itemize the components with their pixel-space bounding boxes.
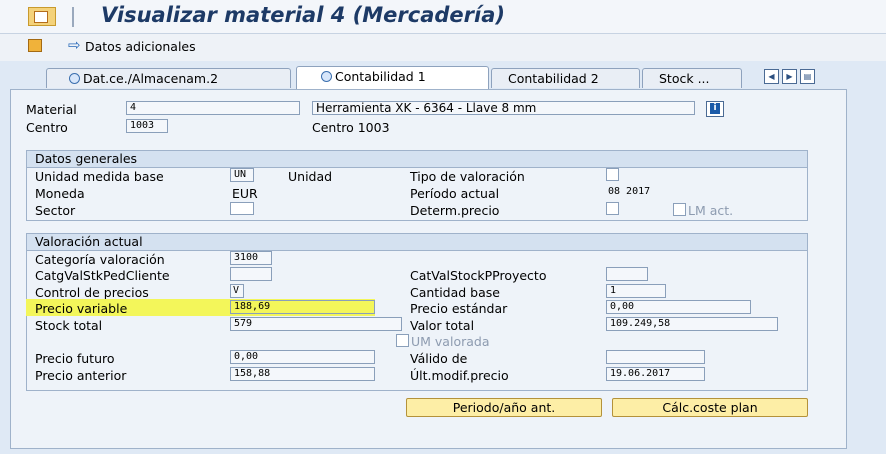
determ-precio-label: Determ.precio [410, 203, 500, 218]
tab-stock[interactable]: Stock ... [642, 68, 742, 88]
periodo-ano-anterior-button[interactable]: Periodo/año ant. [406, 398, 602, 417]
valido-de-label: Válido de [410, 351, 468, 366]
moneda-value: EUR [232, 186, 258, 201]
categoria-valoracion-label: Categoría valoración [35, 252, 165, 267]
other-material-icon[interactable] [28, 39, 42, 52]
valor-total-field[interactable]: 109.249,58 [606, 317, 778, 331]
unidad-medida-label: Unidad medida base [35, 169, 164, 184]
material-label: Material [26, 102, 77, 117]
material-description-field[interactable]: Herramienta XK - 6364 - Llave 8 mm [312, 101, 695, 115]
determ-precio-field[interactable] [606, 202, 619, 215]
datos-generales-title: Datos generales [35, 151, 138, 166]
tab-contabilidad-2[interactable]: Contabilidad 2 [491, 68, 640, 88]
tab-label: Dat.ce./Almacenam.2 [83, 71, 219, 86]
centro-label: Centro [26, 120, 68, 135]
cantidad-base-field[interactable]: 1 [606, 284, 666, 298]
calc-coste-plan-button[interactable]: Cálc.coste plan [612, 398, 808, 417]
catg-val-stk-ped-cliente-field[interactable] [230, 267, 272, 281]
lm-act-checkbox[interactable] [673, 203, 686, 216]
precio-futuro-field[interactable]: 0,00 [230, 350, 375, 364]
categoria-valoracion-field[interactable]: 3100 [230, 251, 272, 265]
periodo-actual-value: 08 2017 [608, 186, 651, 197]
info-icon: i [710, 103, 720, 114]
tab-label: Contabilidad 2 [508, 71, 599, 86]
control-precios-field[interactable]: V [230, 284, 244, 298]
precio-variable-field[interactable]: 188,69 [230, 300, 375, 314]
tab-list-button[interactable]: ▤ [800, 69, 815, 84]
sector-label: Sector [35, 203, 76, 218]
material-field[interactable]: 4 [126, 101, 300, 115]
precio-anterior-label: Precio anterior [35, 368, 127, 383]
cat-val-stock-proyecto-field[interactable] [606, 267, 648, 281]
cantidad-base-label: Cantidad base [410, 285, 500, 300]
unidad-medida-field[interactable]: UN [230, 168, 254, 182]
centro-field[interactable]: 1003 [126, 119, 168, 133]
valor-total-label: Valor total [410, 318, 475, 333]
tab-status-icon [69, 73, 80, 84]
stock-total-field[interactable]: 579 [230, 317, 402, 331]
tab-label: Contabilidad 1 [335, 69, 426, 84]
catg-val-stk-ped-cliente-label: CatgValStkPedCliente [35, 268, 170, 283]
centro-description: Centro 1003 [312, 120, 390, 135]
tipo-valoracion-label: Tipo de valoración [410, 169, 525, 184]
tab-contabilidad-1[interactable]: Contabilidad 1 [296, 66, 489, 89]
info-button[interactable]: i [706, 101, 724, 117]
precio-variable-label: Precio variable [35, 301, 128, 316]
lm-act-label: LM act. [688, 203, 734, 218]
stock-total-label: Stock total [35, 318, 103, 333]
app-menu-icon[interactable] [28, 7, 56, 26]
cat-val-stock-proyecto-label: CatValStockPProyecto [410, 268, 547, 283]
scroll-tabs-left-button[interactable]: ◀ [764, 69, 779, 84]
tab-label: Stock ... [659, 71, 710, 86]
moneda-label: Moneda [35, 186, 85, 201]
periodo-actual-label: Período actual [410, 186, 500, 201]
tab-dat-ce-almacenam-2[interactable]: Dat.ce./Almacenam.2 [46, 68, 291, 88]
valoracion-actual-title: Valoración actual [35, 234, 143, 249]
tipo-valoracion-field[interactable] [606, 168, 619, 181]
additional-data-button[interactable]: Datos adicionales [85, 39, 196, 54]
unidad-medida-text: Unidad [288, 169, 333, 184]
ult-modif-precio-field[interactable]: 19.06.2017 [606, 367, 705, 381]
precio-futuro-label: Precio futuro [35, 351, 115, 366]
valido-de-field[interactable] [606, 350, 705, 364]
group-header [27, 234, 807, 251]
um-valorada-label: UM valorada [411, 334, 490, 349]
precio-estandar-label: Precio estándar [410, 301, 508, 316]
title-separator [72, 7, 74, 27]
precio-estandar-field[interactable]: 0,00 [606, 300, 751, 314]
group-header [27, 151, 807, 168]
tab-status-icon [321, 71, 332, 82]
sector-field[interactable] [230, 202, 254, 215]
window-title: Visualizar material 4 (Mercadería) [101, 3, 505, 27]
scroll-tabs-right-button[interactable]: ▶ [782, 69, 797, 84]
arrow-right-icon[interactable]: ⇨ [68, 36, 81, 54]
control-precios-label: Control de precios [35, 285, 149, 300]
precio-anterior-field[interactable]: 158,88 [230, 367, 375, 381]
ult-modif-precio-label: Últ.modif.precio [410, 368, 509, 383]
um-valorada-checkbox[interactable] [396, 334, 409, 347]
